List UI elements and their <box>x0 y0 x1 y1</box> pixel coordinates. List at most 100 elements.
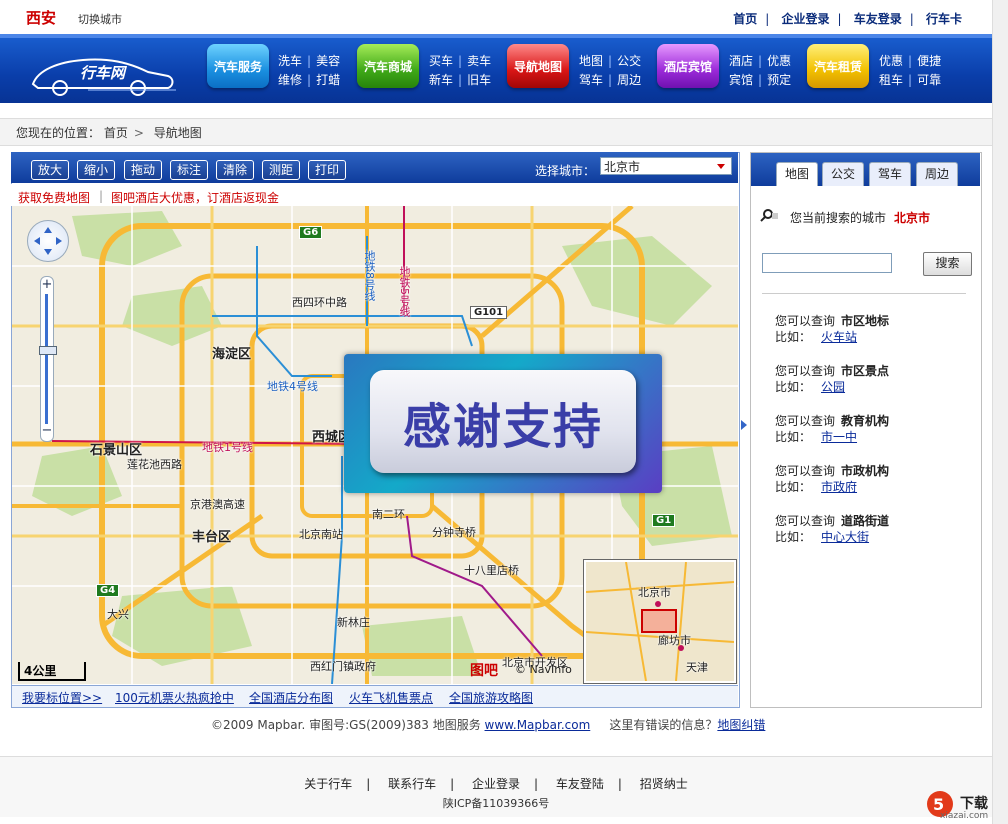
sublink[interactable]: 新车 <box>429 73 453 87</box>
measure-tool[interactable]: 测距 <box>262 160 301 180</box>
sublink[interactable]: 酒店 <box>729 54 753 68</box>
query-hint: 您可以查询 道路街道 比如： 中心大街 <box>775 514 890 544</box>
icp-number: 陕ICP备11039366号 <box>442 797 550 810</box>
breadcrumb-current: 导航地图 <box>153 126 202 140</box>
tab-bus[interactable]: 公交 <box>822 162 864 186</box>
minimap-label: 北京市 <box>638 586 671 599</box>
thanks-overlay-text: 感谢支持 <box>370 370 636 473</box>
sublink[interactable]: 预定 <box>767 73 791 87</box>
footer-member-link[interactable]: 车友登陆 <box>556 777 604 791</box>
arrows-icon <box>34 227 62 255</box>
sublink[interactable]: 公交 <box>617 54 641 68</box>
query-example-link[interactable]: 中心大街 <box>821 530 869 544</box>
zoom-out-tool[interactable]: 缩小 <box>77 160 116 180</box>
sublink[interactable]: 洗车 <box>278 54 302 68</box>
clear-tool[interactable]: 清除 <box>216 160 255 180</box>
drive-card-link[interactable]: 行车卡 <box>926 12 962 26</box>
query-example-link[interactable]: 公园 <box>821 380 845 394</box>
footer-contact-link[interactable]: 联系行车 <box>388 777 436 791</box>
breadcrumb: 您现在的位置： 首页 > 导航地图 <box>16 126 202 140</box>
pan-control[interactable] <box>27 220 69 262</box>
hotel-promo-link[interactable]: 图吧酒店大优惠，订酒店返现金 <box>111 189 279 206</box>
mark-location-link[interactable]: 我要标位置>> <box>22 689 102 706</box>
zoom-plus-icon[interactable]: + <box>41 278 53 292</box>
switch-city-link[interactable]: 切换城市 <box>78 11 122 27</box>
travel-guide-link[interactable]: 全国旅游攻略图 <box>449 689 533 706</box>
sublink[interactable]: 打蜡 <box>316 73 340 87</box>
navinfo-credit: © NavInfo <box>515 663 572 676</box>
sublink[interactable]: 租车 <box>879 73 903 87</box>
sublink[interactable]: 维修 <box>278 73 302 87</box>
mark-tool[interactable]: 标注 <box>170 160 209 180</box>
query-example-link[interactable]: 火车站 <box>821 330 857 344</box>
city-select[interactable]: 北京市 <box>600 157 732 175</box>
sublinks-service: 洗车 | 美容 维修 | 打蜡 <box>278 54 341 87</box>
nav-hotel-button[interactable]: 酒店宾馆 <box>657 44 719 88</box>
home-link[interactable]: 首页 <box>733 12 757 26</box>
panel-toggle-icon[interactable] <box>741 420 747 430</box>
zoom-in-tool[interactable]: 放大 <box>31 160 70 180</box>
download-site-url: xiazai.com <box>940 811 989 821</box>
mapbar-site-link[interactable]: www.Mapbar.com <box>485 718 591 732</box>
map-label: 海淀区 <box>212 347 252 362</box>
nav-car-service-button[interactable]: 汽车服务 <box>207 44 269 88</box>
sublink[interactable]: 地图 <box>579 54 603 68</box>
hotel-map-link[interactable]: 全国酒店分布图 <box>249 689 333 706</box>
tab-map[interactable]: 地图 <box>776 162 818 186</box>
sublink[interactable]: 旧车 <box>467 73 491 87</box>
sublinks-hotel: 酒店 | 优惠 宾馆 | 预定 <box>729 54 792 87</box>
metro-label: 地铁5号线 <box>398 266 411 317</box>
sublink[interactable]: 周边 <box>617 73 641 87</box>
free-map-link[interactable]: 获取免费地图 <box>18 189 90 206</box>
sublink[interactable]: 驾车 <box>579 73 603 87</box>
query-hint: 您可以查询 教育机构 比如： 市一中 <box>775 414 890 444</box>
zoom-slider-handle[interactable] <box>39 346 57 355</box>
sublink[interactable]: 优惠 <box>767 54 791 68</box>
sublink[interactable]: 宾馆 <box>729 73 753 87</box>
highway-shield: G4 <box>96 584 120 597</box>
highway-shield: G6 <box>299 226 323 239</box>
highway-shield: G1 <box>652 514 676 527</box>
search-button[interactable]: 搜索 <box>923 252 972 276</box>
nav-rental-button[interactable]: 汽车租赁 <box>807 44 869 88</box>
breadcrumb-home[interactable]: 首页 <box>104 126 128 140</box>
footer-company-link[interactable]: 企业登录 <box>472 777 520 791</box>
sublink[interactable]: 可靠 <box>917 73 941 87</box>
sublinks-mall: 买车 | 卖车 新车 | 旧车 <box>429 54 492 87</box>
download-site-text: 下载 <box>960 796 988 812</box>
sublinks-rental: 优惠 | 便捷 租车 | 可靠 <box>879 54 942 87</box>
map-scale: 4公里 <box>18 662 86 681</box>
map-label: 北京南站 <box>299 528 343 541</box>
ticket-promo-link[interactable]: 100元机票火热疯抢中 <box>115 689 234 706</box>
member-login-link[interactable]: 车友登录 <box>854 12 902 26</box>
minimap-graphic <box>585 561 735 682</box>
search-input[interactable] <box>762 253 892 273</box>
map-correction-link[interactable]: 地图纠错 <box>717 718 765 732</box>
nav-map-button[interactable]: 导航地图 <box>507 44 569 88</box>
minimap-label: 天津 <box>686 661 708 674</box>
sublink[interactable]: 便捷 <box>917 54 941 68</box>
zoom-minus-icon[interactable]: − <box>41 424 53 438</box>
tab-nearby[interactable]: 周边 <box>916 162 958 186</box>
footer-jobs-link[interactable]: 招贤纳士 <box>640 777 688 791</box>
metro-label: 地铁8号线 <box>363 250 376 301</box>
print-tool[interactable]: 打印 <box>308 160 347 180</box>
top-links: 首页 | 企业登录 | 车友登录 | 行车卡 <box>733 12 962 26</box>
sublink[interactable]: 优惠 <box>879 54 903 68</box>
vertical-scrollbar[interactable] <box>992 0 1008 824</box>
overview-minimap[interactable]: 北京市 廊坊市 天津 <box>584 560 736 683</box>
sublink[interactable]: 卖车 <box>467 54 491 68</box>
tab-drive[interactable]: 驾车 <box>869 162 911 186</box>
query-example-link[interactable]: 市一中 <box>821 430 857 444</box>
pan-tool[interactable]: 拖动 <box>124 160 163 180</box>
query-example-link[interactable]: 市政府 <box>821 480 857 494</box>
query-hint: 您可以查询 市区地标 比如： 火车站 <box>775 314 890 344</box>
sublink[interactable]: 美容 <box>316 54 340 68</box>
footer-about-link[interactable]: 关于行车 <box>304 777 352 791</box>
company-login-link[interactable]: 企业登录 <box>781 12 829 26</box>
map-label: 西红门镇政府 <box>310 660 376 673</box>
nav-car-mall-button[interactable]: 汽车商城 <box>357 44 419 88</box>
ticket-office-link[interactable]: 火车飞机售票点 <box>349 689 433 706</box>
sublink[interactable]: 买车 <box>429 54 453 68</box>
current-city: 西安 <box>26 9 57 27</box>
